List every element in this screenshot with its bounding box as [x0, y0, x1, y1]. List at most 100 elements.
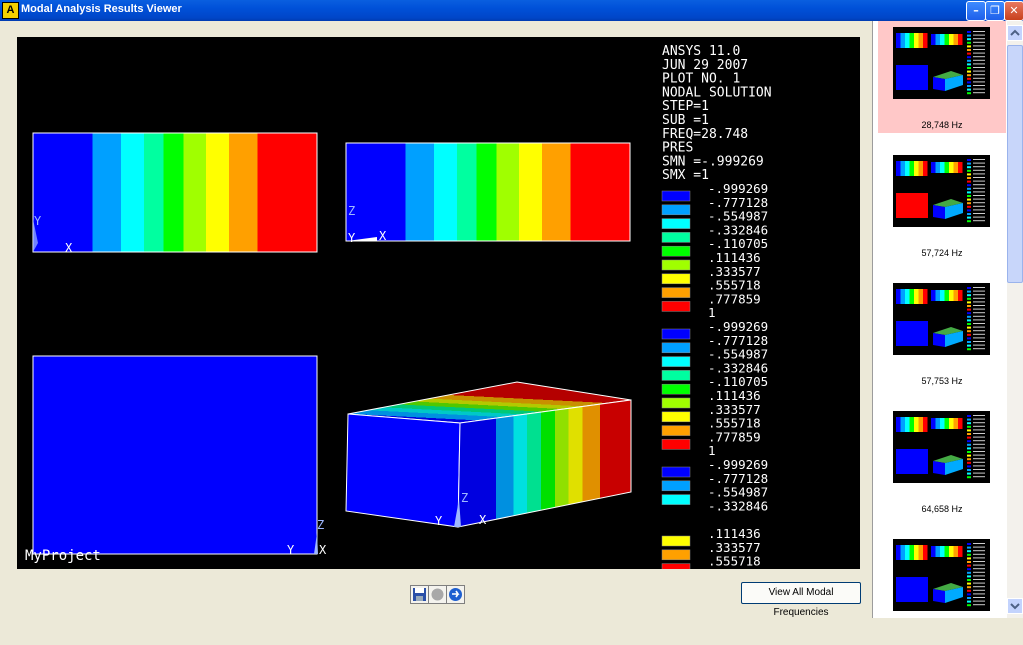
legend-swatch: [661, 342, 691, 354]
view1-axis-y: Y: [34, 214, 42, 228]
plot-info-text: ANSYS 11.0JUN 29 2007PLOT NO. 1NODAL SOL…: [662, 44, 772, 183]
legend-value: -.110705: [708, 374, 768, 389]
maximize-icon: ❐: [990, 4, 1000, 17]
view-top: Z Y X: [345, 142, 631, 245]
view3-axis-x: X: [319, 543, 327, 557]
thumbnail-item[interactable]: [878, 533, 1006, 645]
legend-value: .555718: [708, 278, 761, 293]
legend-swatch: [661, 397, 691, 409]
thumbnail-item[interactable]: 28,748 Hz: [878, 21, 1006, 133]
thumbnail-image: [893, 283, 990, 355]
legend-value: -.999269: [708, 457, 768, 472]
project-label: MyProject: [25, 548, 101, 564]
legend-swatch: [661, 535, 691, 547]
thumbnail-label: 64,658 Hz: [921, 504, 963, 514]
thumbnail-scrollbar[interactable]: [1007, 21, 1023, 618]
legend-value: .111436: [708, 526, 761, 541]
thumbnail-item[interactable]: 57,753 Hz: [878, 277, 1006, 389]
thumbnail-label: 28,748 Hz: [921, 120, 963, 130]
legend-value: -.554987: [708, 347, 768, 362]
info-line: SMN =-.999269: [662, 154, 764, 169]
info-line: JUN 29 2007: [662, 58, 748, 73]
info-line: STEP=1: [662, 99, 709, 114]
thumbnail-image: [893, 539, 990, 611]
legend-swatch: [661, 356, 691, 367]
legend-swatch: [661, 301, 691, 312]
legend-swatch: [661, 563, 691, 569]
thumbnail-panel: 28,748 Hz 57,724 Hz 57,753 Hz 64,658 Hz: [872, 21, 1008, 618]
close-icon: ✕: [1009, 4, 1019, 17]
legend-value: 1: [708, 305, 716, 320]
chevron-down-icon: [1010, 603, 1020, 610]
legend-value: -.999269: [708, 181, 768, 196]
info-line: ANSYS 11.0: [662, 44, 740, 59]
scroll-thumb[interactable]: [1007, 45, 1023, 283]
view3-axis-z: Z: [317, 518, 324, 532]
legend-value: .111436: [708, 388, 761, 403]
legend-value: .555718: [708, 416, 761, 431]
legend-value: -.332846: [708, 360, 768, 375]
legend-value: 1: [708, 443, 716, 458]
legend-swatch: [661, 466, 691, 478]
record-button[interactable]: [428, 585, 447, 604]
window-title: Modal Analysis Results Viewer: [21, 3, 182, 15]
legend-swatch: [661, 218, 691, 229]
view1-axis-x: X: [65, 241, 73, 255]
legend-value: .777859: [708, 429, 761, 444]
view4-axis-x: X: [479, 513, 487, 527]
legend-value: .777859: [708, 567, 761, 569]
legend-swatch: [661, 425, 691, 436]
refresh-icon: [449, 588, 462, 601]
view3-axis-y: Y: [287, 543, 295, 557]
thumbnail-item[interactable]: 64,658 Hz: [878, 405, 1006, 517]
legend-value: .777859: [708, 291, 761, 306]
ansys-plot-canvas: Y X Z Y X Z Y X Z Y X ANSYS 11.0 JUN 29 …: [17, 37, 860, 569]
contour-legend: -.999269-.777128-.554987-.332846-.110705…: [661, 181, 768, 569]
refresh-button[interactable]: [446, 585, 465, 604]
legend-swatch: [661, 411, 691, 423]
thumbnail-item[interactable]: 57,724 Hz: [878, 149, 1006, 261]
info-line: PRES: [662, 141, 693, 156]
legend-value: -.777128: [708, 471, 768, 486]
legend-value: .333577: [708, 540, 761, 555]
record-icon: [431, 588, 444, 601]
legend-value: -.777128: [708, 195, 768, 210]
info-line: NODAL SOLUTION: [662, 85, 772, 100]
title-bar: A Modal Analysis Results Viewer – ❐ ✕: [0, 0, 1023, 21]
view4-axis-y: Y: [435, 514, 443, 528]
legend-swatch: [661, 549, 691, 561]
legend-swatch: [661, 370, 691, 381]
legend-value: -.110705: [708, 236, 768, 251]
minimize-button[interactable]: –: [966, 1, 986, 21]
view4-axis-z: Z: [461, 491, 468, 505]
legend-swatch: [661, 245, 691, 257]
thumbnail-image: [893, 411, 990, 483]
info-line: SUB =1: [662, 113, 709, 128]
minimize-icon: –: [973, 4, 979, 17]
scroll-down-button[interactable]: [1007, 598, 1023, 614]
view-isometric: Z Y X: [345, 381, 632, 528]
save-icon: [413, 588, 426, 601]
view-all-frequencies-button[interactable]: View All Modal Frequencies: [741, 582, 861, 618]
legend-swatch: [661, 204, 691, 216]
thumbnail-label: 57,753 Hz: [921, 376, 963, 386]
legend-value: -.554987: [708, 209, 768, 224]
view-front: Y X: [32, 132, 318, 255]
maximize-button[interactable]: ❐: [985, 1, 1005, 21]
save-button[interactable]: [410, 585, 429, 604]
legend-value: .333577: [708, 264, 761, 279]
close-button[interactable]: ✕: [1004, 1, 1023, 21]
legend-swatch: [661, 190, 691, 202]
legend-value: -.332846: [708, 222, 768, 237]
thumbnail-image: [893, 155, 990, 227]
info-line: FREQ=28.748: [662, 127, 748, 142]
legend-value: -.999269: [708, 319, 768, 334]
legend-value: -.332846: [708, 498, 768, 513]
thumbnail-label: 57,724 Hz: [921, 248, 963, 258]
view2-axis-x: X: [379, 229, 387, 243]
legend-swatch: [661, 480, 691, 492]
scroll-up-button[interactable]: [1007, 25, 1023, 41]
legend-swatch: [661, 273, 691, 285]
legend-swatch: [661, 383, 691, 395]
legend-value: -.554987: [708, 485, 768, 500]
